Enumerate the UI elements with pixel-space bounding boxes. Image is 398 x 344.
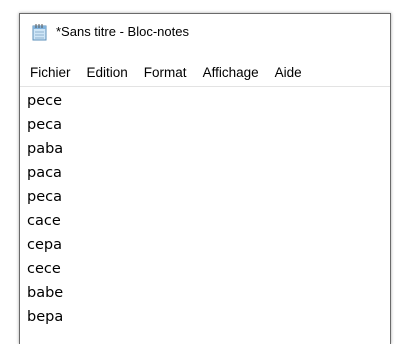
text-line: babe xyxy=(27,285,64,301)
notepad-icon xyxy=(32,23,48,41)
notepad-window: *Sans titre - Bloc-notes Fichier Edition… xyxy=(19,13,391,344)
text-editor[interactable]: pece peca paba paca peca cace cepa cece … xyxy=(20,86,390,344)
text-line: pece xyxy=(27,93,63,109)
text-line: peca xyxy=(27,189,62,205)
menu-fichier[interactable]: Fichier xyxy=(22,63,79,83)
text-line: bepa xyxy=(27,309,64,325)
title-bar[interactable]: *Sans titre - Bloc-notes xyxy=(20,14,390,48)
window-title: *Sans titre - Bloc-notes xyxy=(56,24,189,39)
text-line: paba xyxy=(27,141,64,157)
text-line: peca xyxy=(27,117,62,133)
text-line: paca xyxy=(27,165,62,181)
menu-aide[interactable]: Aide xyxy=(267,63,310,83)
text-line: cace xyxy=(27,213,61,229)
menu-format[interactable]: Format xyxy=(136,63,195,83)
menu-edition[interactable]: Edition xyxy=(79,63,136,83)
text-line: cece xyxy=(27,261,61,277)
menu-bar: Fichier Edition Format Affichage Aide xyxy=(20,62,390,84)
menu-affichage[interactable]: Affichage xyxy=(195,63,267,83)
text-line: cepa xyxy=(27,237,62,253)
